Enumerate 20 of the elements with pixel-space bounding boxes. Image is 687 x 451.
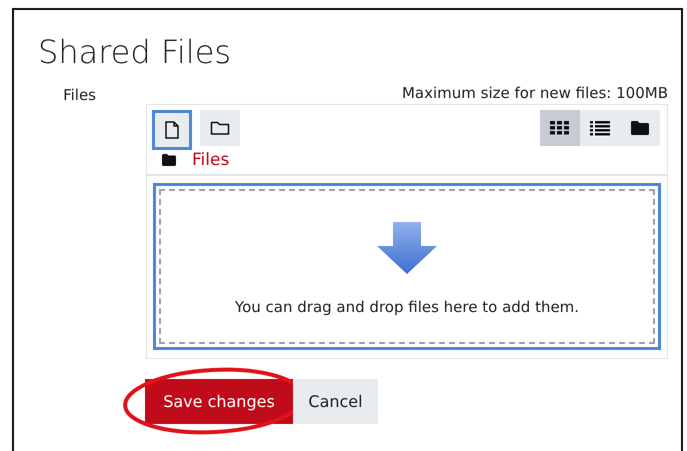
max-size-text: Maximum size for new files: 100MB (402, 84, 668, 104)
list-view-button[interactable] (580, 110, 620, 146)
new-folder-button[interactable] (200, 110, 240, 146)
folder-icon (630, 120, 650, 136)
grid-view-button[interactable] (540, 110, 580, 146)
drop-zone[interactable]: You can drag and drop files here to add them. (153, 183, 661, 350)
folder-icon (210, 120, 230, 136)
down-arrow-icon (375, 222, 439, 274)
save-button[interactable]: Save changes (145, 379, 293, 424)
grid-icon (550, 121, 570, 135)
field-label: Files (62, 85, 97, 106)
add-file-button[interactable] (152, 110, 192, 150)
breadcrumb-link[interactable]: Files (192, 150, 230, 170)
file-icon (164, 121, 180, 139)
drop-hint-text: You can drag and drop files here to add them. (234, 298, 580, 316)
page-title: Shared Files (38, 32, 232, 72)
folder-view-button[interactable] (620, 110, 660, 146)
cancel-button[interactable]: Cancel (293, 379, 378, 424)
folder-icon (162, 154, 176, 166)
list-icon (590, 120, 610, 136)
